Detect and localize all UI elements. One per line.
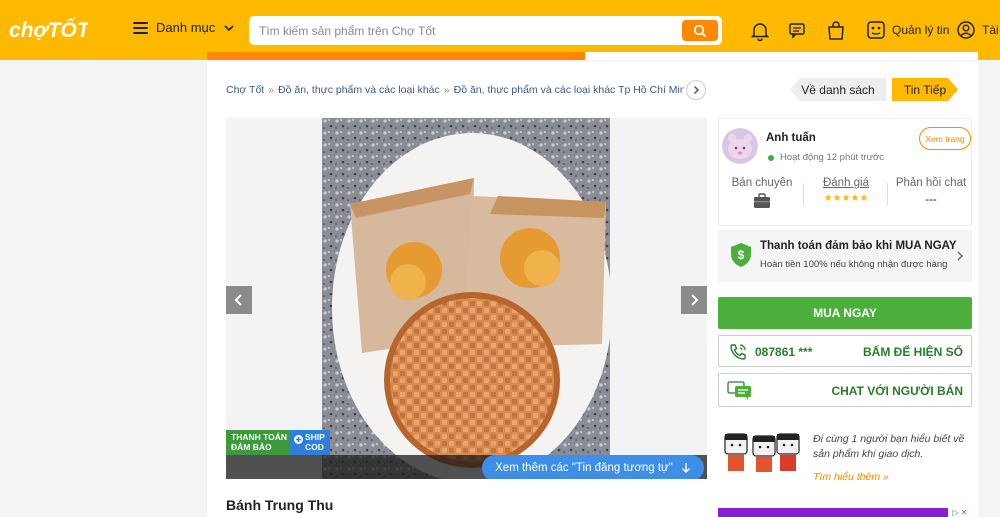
page-progress-bar <box>207 52 978 60</box>
stat-divider <box>803 183 804 205</box>
user-icon <box>957 21 975 39</box>
hamburger-icon <box>133 21 148 34</box>
ad-banner[interactable] <box>718 508 972 517</box>
photo-gallery: THANH TOÁN ĐẢM BẢO SHIP COD Xem thêm các… <box>226 118 707 479</box>
arrow-down-icon <box>681 463 690 473</box>
chevron-right-icon <box>693 85 700 95</box>
see-similar-label: Xem thêm các "Tin đăng tương tự" <box>495 462 673 474</box>
account-label: Tài <box>982 23 999 37</box>
shield-dollar-icon: $ <box>731 243 751 267</box>
rating-stars: ★★★★★ <box>823 193 869 204</box>
category-menu[interactable]: Danh mục <box>133 20 235 35</box>
top-header: chợTỐT Danh mục Quản lý tin Tài <box>0 0 1000 60</box>
safety-tip-illustration <box>724 433 800 472</box>
briefcase-icon <box>754 193 770 208</box>
page-progress-fill <box>207 52 585 60</box>
learn-more-link[interactable]: Tìm hiểu thêm » <box>813 471 889 483</box>
chevron-down-icon <box>224 24 234 31</box>
seller-avatar[interactable] <box>722 128 758 164</box>
product-photo[interactable] <box>322 118 610 479</box>
see-similar-listings-button[interactable]: Xem thêm các "Tin đăng tương tự" <box>482 455 704 479</box>
guarantee-subtitle: Hoàn tiền 100% nếu không nhận được hàng <box>760 259 948 270</box>
chat-response-label: Phản hồi chat <box>895 177 967 189</box>
seller-rating-label: Đánh giá <box>822 177 870 189</box>
seller-name[interactable]: Anh tuấn <box>766 132 816 144</box>
manage-listings-label: Quản lý tin <box>892 23 950 37</box>
breadcrumb-separator: » <box>443 84 450 96</box>
svg-text:chợTỐT: chợTỐT <box>9 18 88 42</box>
search-icon <box>693 24 707 37</box>
svg-text:$: $ <box>738 248 745 262</box>
search-button[interactable] <box>682 20 718 41</box>
ship-cod-badge: SHIP COD <box>290 430 330 455</box>
manage-listings-link[interactable]: Quản lý tin <box>866 20 949 40</box>
guarantee-title: Thanh toán đảm bảo khi MUA NGAY <box>760 240 957 252</box>
bag-icon[interactable] <box>825 20 847 42</box>
seller-activity-label: Hoạt động 12 phút trước <box>780 152 884 163</box>
back-to-list-button[interactable]: Về danh sách <box>790 78 886 101</box>
breadcrumb-separator: » <box>268 84 275 96</box>
seller-type-stat: Bán chuyên <box>725 177 799 212</box>
safety-tip-text: Đi cùng 1 người bạn hiểu biết về sản phẩ… <box>813 433 965 460</box>
manage-icon <box>867 21 885 39</box>
phone-icon <box>730 344 746 360</box>
search-box <box>249 16 722 45</box>
stat-divider <box>887 183 888 205</box>
bell-icon[interactable] <box>749 20 771 42</box>
seller-rating-stat[interactable]: Đánh giá ★★★★★ <box>809 177 883 204</box>
plus-icon <box>294 435 303 444</box>
view-seller-page-button[interactable]: Xem trang <box>919 127 971 150</box>
gallery-prev-button[interactable] <box>226 286 252 314</box>
chotot-logo[interactable]: chợTỐT <box>8 12 92 46</box>
breadcrumb: Chợ Tốt» Đồ ăn, thực phẩm và các loại khá… <box>226 84 684 96</box>
chevron-right-icon <box>957 251 963 261</box>
ad-close-icon[interactable]: ▷ ✕ <box>948 508 972 517</box>
breadcrumb-link[interactable]: Chợ Tốt <box>226 84 264 96</box>
chat-with-seller-button[interactable]: CHAT VỚI NGƯỜI BÁN <box>718 373 972 407</box>
show-number-label: BẤM ĐỂ HIỆN SỐ <box>862 345 963 359</box>
next-listing-button[interactable]: Tin Tiếp <box>892 78 958 101</box>
buy-now-button[interactable]: MUA NGAY <box>718 297 972 329</box>
gallery-next-button[interactable] <box>681 286 707 314</box>
online-dot-icon <box>768 154 774 161</box>
chevron-left-icon <box>234 294 242 306</box>
product-title: Bánh Trung Thu <box>226 497 334 513</box>
show-phone-button[interactable]: 087861 *** BẤM ĐỂ HIỆN SỐ <box>718 335 972 367</box>
breadcrumb-link[interactable]: Đồ ăn, thực phẩm và các loại khác <box>278 84 440 96</box>
ship-cod-label: SHIP COD <box>305 432 325 452</box>
secure-payment-badge: THANH TOÁN ĐẢM BẢO <box>226 430 290 455</box>
breadcrumb-scroll-button[interactable] <box>686 80 706 100</box>
masked-phone-number: 087861 *** <box>755 345 813 359</box>
payment-ship-badge: THANH TOÁN ĐẢM BẢO SHIP COD <box>226 430 330 455</box>
chat-icon[interactable] <box>787 20 809 42</box>
breadcrumb-link[interactable]: Đồ ăn, thực phẩm và các loại khác Tp Hồ … <box>454 84 684 96</box>
chat-response-stat: Phản hồi chat --- <box>891 177 971 206</box>
chevron-right-icon <box>691 294 699 306</box>
chat-response-value: --- <box>925 194 937 206</box>
chat-with-seller-label: CHAT VỚI NGƯỜI BÁN <box>831 384 963 398</box>
seller-type-label: Bán chuyên <box>731 177 793 189</box>
account-menu[interactable]: Tài <box>956 20 999 40</box>
chat-bubble-icon <box>727 381 751 400</box>
category-menu-label: Danh mục <box>156 20 216 35</box>
search-input[interactable] <box>259 21 669 41</box>
seller-card: Anh tuấn Hoạt động 12 phút trước Xem tra… <box>718 118 972 226</box>
seller-activity-status: Hoạt động 12 phút trước <box>768 152 884 163</box>
payment-guarantee-banner[interactable]: $ Thanh toán đảm bảo khi MUA NGAY Hoàn t… <box>718 230 972 282</box>
